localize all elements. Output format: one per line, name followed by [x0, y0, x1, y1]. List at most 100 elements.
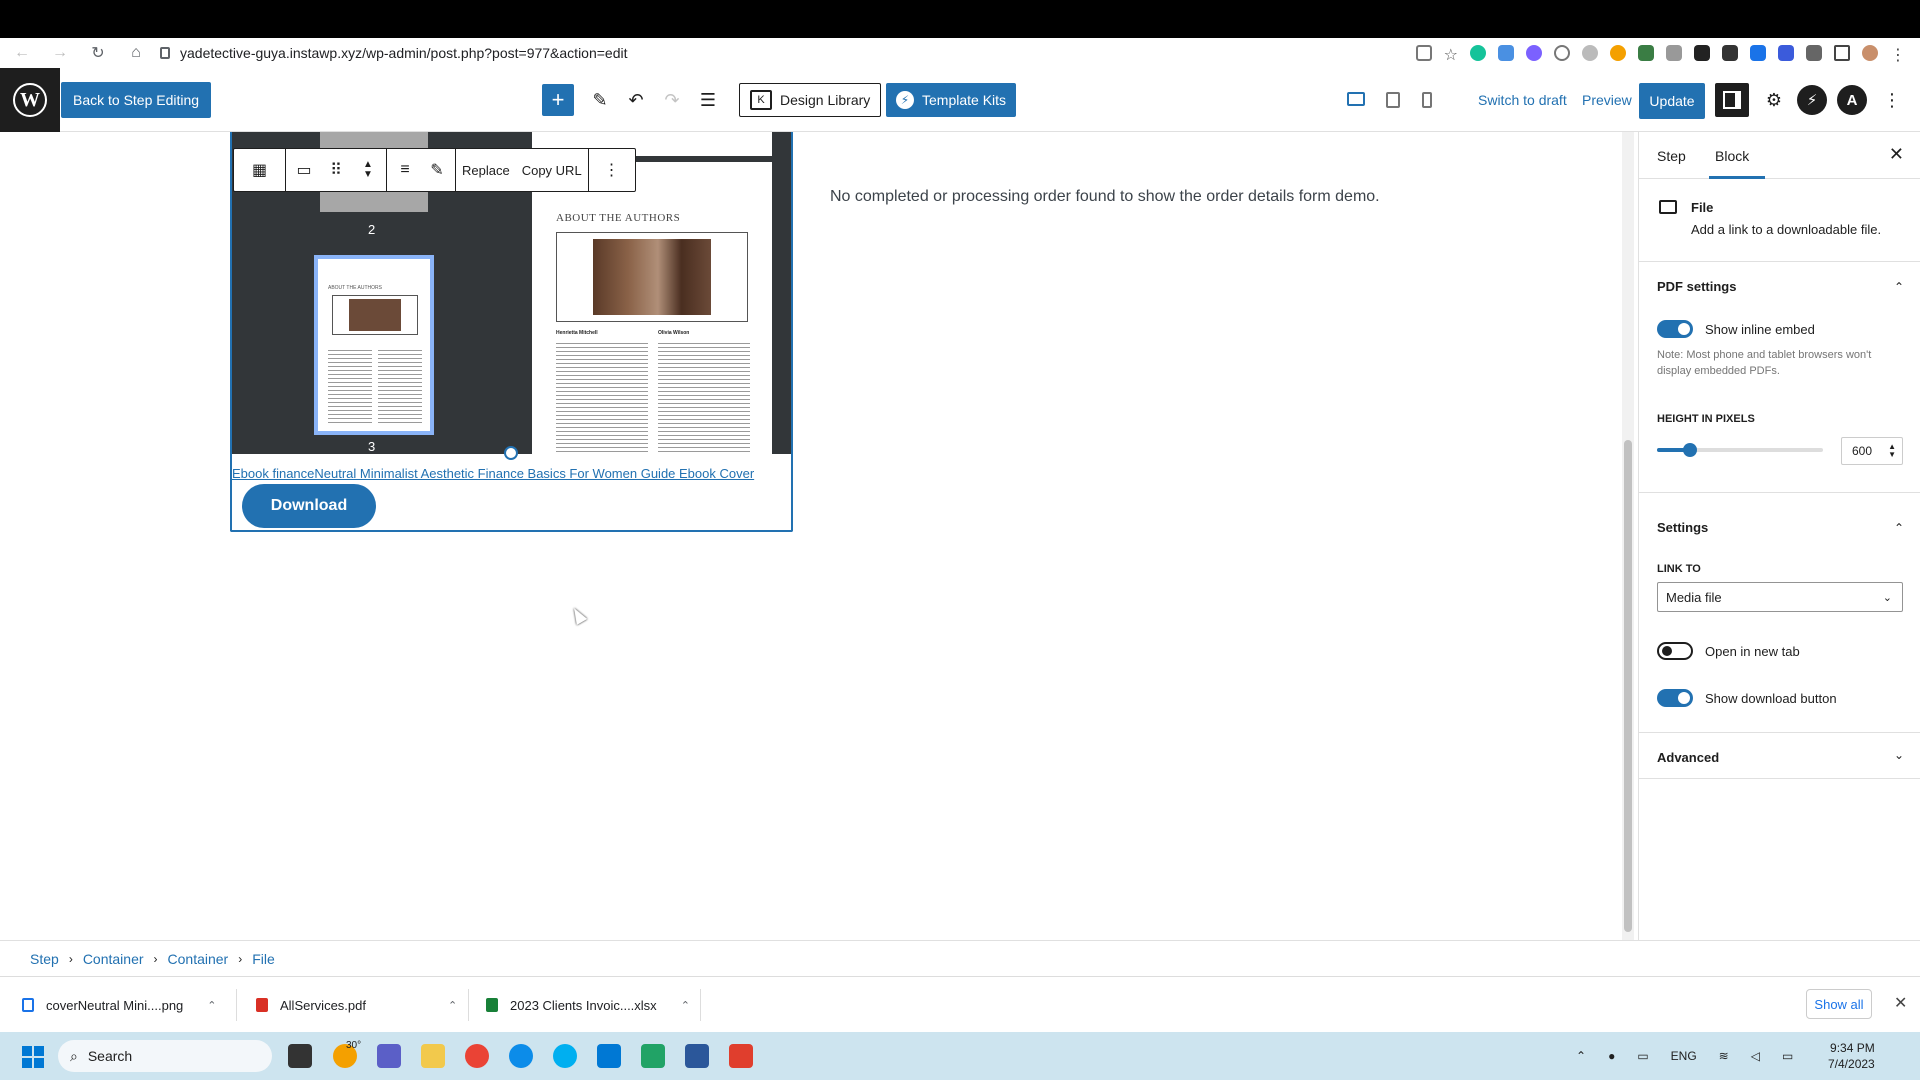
align-icon[interactable]: ≡ — [393, 158, 417, 182]
options-icon[interactable]: ⋮ — [1880, 84, 1904, 116]
chevron-up-icon[interactable]: ⌃ — [681, 999, 690, 1012]
spectra-icon[interactable]: ⚡ — [1797, 85, 1827, 115]
redo-icon[interactable]: ↷ — [658, 84, 686, 116]
share-icon[interactable] — [1415, 45, 1432, 61]
skype-icon[interactable] — [553, 1044, 577, 1068]
download-item[interactable]: AllServices.pdf ⌃ — [256, 991, 457, 1019]
close-icon[interactable]: ✕ — [1894, 993, 1907, 1013]
tab-block[interactable]: Block — [1715, 148, 1749, 164]
star-icon[interactable]: ☆ — [1444, 45, 1458, 64]
extension-icon[interactable] — [1610, 45, 1626, 61]
update-button[interactable]: Update — [1639, 83, 1705, 119]
open-new-tab-toggle[interactable] — [1657, 642, 1693, 660]
address-bar[interactable]: yadetective-guya.instawp.xyz/wp-admin/po… — [160, 45, 628, 61]
settings-panel-toggle[interactable]: Settings — [1657, 520, 1708, 535]
breadcrumb-item[interactable]: Container — [83, 951, 144, 967]
app-icon[interactable] — [729, 1044, 753, 1068]
file-link[interactable]: Ebook financeNeutral Minimalist Aestheti… — [232, 466, 754, 481]
extension-icon[interactable] — [1582, 45, 1598, 61]
back-arrow-icon[interactable]: ← — [12, 44, 32, 62]
undo-icon[interactable]: ↶ — [622, 84, 650, 116]
edge-icon[interactable] — [509, 1044, 533, 1068]
preview-link[interactable]: Preview — [1582, 92, 1632, 108]
forward-arrow-icon[interactable]: → — [50, 44, 70, 62]
desktop-icon[interactable] — [1347, 92, 1365, 106]
puzzle-icon[interactable] — [1806, 45, 1822, 61]
show-all-button[interactable]: Show all — [1806, 989, 1872, 1019]
breadcrumb-item[interactable]: File — [252, 951, 275, 967]
pdf-thumbnail-selected[interactable]: ABOUT THE AUTHORS — [314, 255, 434, 435]
document-icon[interactable] — [685, 1044, 709, 1068]
move-up-down-icon[interactable]: ▲ ▼ — [356, 158, 380, 182]
chrome-icon[interactable] — [465, 1044, 489, 1068]
sidepanel-icon[interactable] — [1834, 45, 1850, 61]
reload-icon[interactable]: ↻ — [88, 43, 108, 63]
extension-icon[interactable] — [1526, 45, 1542, 61]
windows-start-icon[interactable] — [22, 1046, 44, 1068]
file-block[interactable]: 2 ABOUT THE AUTHORS 3 ABOUT THE AUTHORS … — [230, 132, 793, 532]
astra-icon[interactable]: A — [1837, 85, 1867, 115]
chevron-down-icon[interactable]: ⌄ — [1894, 748, 1904, 762]
file-explorer-icon[interactable] — [421, 1044, 445, 1068]
link-to-select[interactable]: Media file ⌄ — [1657, 582, 1903, 612]
download-item[interactable]: 2023 Clients Invoic....xlsx ⌃ — [486, 991, 690, 1019]
battery-icon[interactable]: ▭ — [1782, 1049, 1793, 1063]
copy-url-button[interactable]: Copy URL — [522, 163, 582, 178]
add-block-button[interactable]: + — [542, 84, 574, 116]
chevron-up-icon[interactable]: ⌃ — [1894, 521, 1904, 535]
pdf-settings-panel-toggle[interactable]: PDF settings — [1657, 279, 1736, 294]
drag-handle-icon[interactable]: ⠿ — [324, 158, 348, 182]
list-view-icon[interactable]: ☰ — [694, 84, 722, 116]
shield-icon[interactable] — [1778, 45, 1794, 61]
height-input[interactable]: 600 ▲ ▼ — [1841, 437, 1903, 465]
chevron-up-icon[interactable]: ⌃ — [448, 999, 457, 1012]
profile-avatar[interactable] — [1862, 45, 1878, 61]
microphone-icon[interactable]: ● — [1608, 1049, 1615, 1063]
breadcrumb-item[interactable]: Container — [168, 951, 229, 967]
tablet-icon[interactable] — [1386, 92, 1400, 108]
close-icon[interactable]: ✕ — [1889, 144, 1904, 165]
chevron-up-icon[interactable]: ⌃ — [207, 999, 216, 1012]
pencil-icon[interactable]: ✎ — [586, 84, 614, 116]
teams-icon[interactable] — [377, 1044, 401, 1068]
show-inline-embed-toggle[interactable] — [1657, 320, 1693, 338]
spinner-icon[interactable]: ▲ ▼ — [1888, 443, 1896, 459]
height-slider-thumb[interactable] — [1683, 443, 1698, 457]
home-icon[interactable]: ⌂ — [126, 44, 146, 62]
pdf-page-scrollbar[interactable] — [778, 132, 791, 454]
extension-icon[interactable] — [1722, 45, 1738, 61]
grid-icon[interactable]: ▦ — [248, 158, 272, 182]
wordpress-logo[interactable]: W — [0, 68, 60, 132]
back-to-step-editing-button[interactable]: Back to Step Editing — [61, 82, 212, 118]
more-options-icon[interactable]: ⋮ — [600, 158, 624, 182]
outlook-icon[interactable] — [597, 1044, 621, 1068]
canvas-scrollbar-thumb[interactable] — [1624, 440, 1632, 932]
settings-panel-toggle[interactable] — [1715, 83, 1749, 117]
keyboard-icon[interactable]: ▭ — [1637, 1049, 1648, 1063]
switch-to-draft-link[interactable]: Switch to draft — [1478, 92, 1567, 108]
advanced-panel-toggle[interactable]: Advanced — [1657, 750, 1719, 765]
tab-step[interactable]: Step — [1657, 148, 1686, 164]
more-icon[interactable]: ⋮ — [1890, 45, 1906, 64]
taskbar-search[interactable]: ⌕ Search — [58, 1040, 272, 1072]
download-item[interactable]: coverNeutral Mini....png ⌃ — [22, 991, 217, 1019]
fonts-icon[interactable] — [1694, 45, 1710, 61]
folder-icon[interactable]: ▭ — [292, 158, 316, 182]
styles-icon[interactable]: ✎ — [425, 158, 449, 182]
volume-icon[interactable]: ◁ — [1751, 1049, 1760, 1063]
chevron-up-icon[interactable]: ⌃ — [1894, 280, 1904, 294]
show-download-button-toggle[interactable] — [1657, 689, 1693, 707]
clock[interactable]: 9:34 PM 7/4/2023 — [1828, 1040, 1875, 1072]
wifi-icon[interactable]: ≋ — [1719, 1049, 1729, 1063]
extension-icon[interactable] — [1666, 45, 1682, 61]
language-indicator[interactable]: ENG — [1671, 1049, 1697, 1063]
tools-icon[interactable]: ⚙ — [1760, 84, 1788, 116]
design-library-button[interactable]: K Design Library — [739, 83, 882, 117]
extension-icon[interactable] — [1498, 45, 1514, 61]
task-view-icon[interactable] — [288, 1044, 312, 1068]
replace-button[interactable]: Replace — [462, 163, 510, 178]
extension-icon[interactable] — [1638, 45, 1654, 61]
breadcrumb-item[interactable]: Step — [30, 951, 59, 967]
chevron-up-icon[interactable]: ⌃ — [1576, 1049, 1586, 1063]
template-kits-button[interactable]: ⚡ Template Kits — [886, 83, 1017, 117]
